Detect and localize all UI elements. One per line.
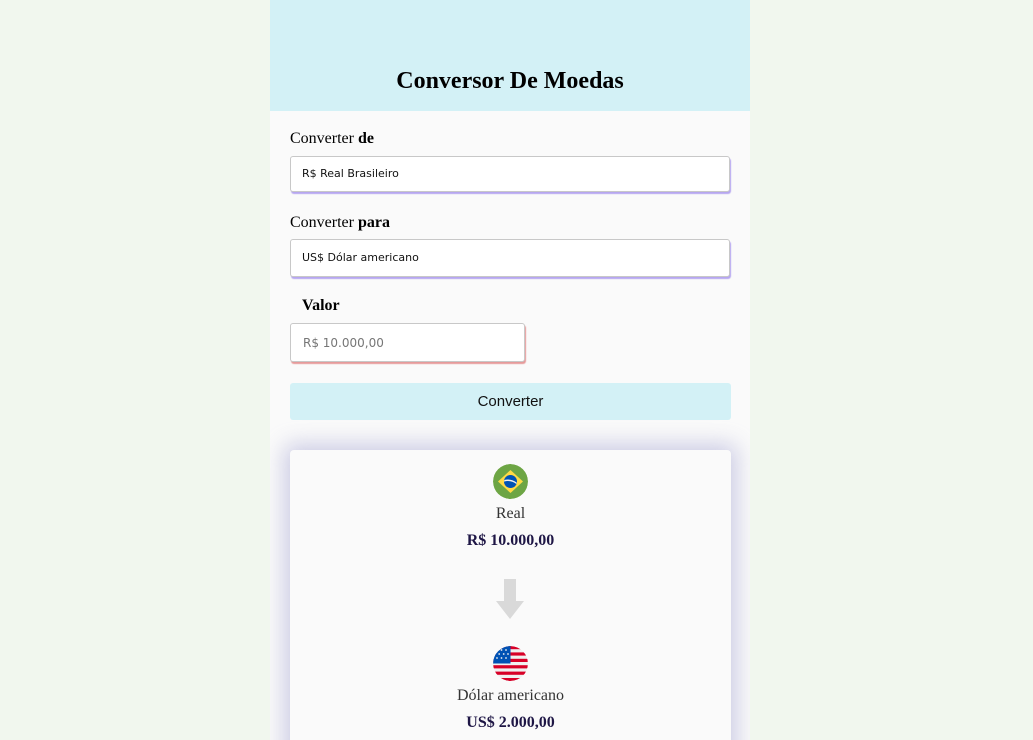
target-currency-value: US$ 2.000,00	[466, 714, 555, 731]
result-card: Real R$ 10.000,00 Dólar americano US$ 2.…	[290, 450, 731, 740]
from-currency-value: R$ Real Brasileiro	[302, 167, 399, 180]
from-label-bold: de	[357, 130, 374, 147]
to-currency-value: US$ Dólar americano	[302, 251, 419, 264]
to-label-bold: para	[357, 214, 390, 231]
source-currency-name: Real	[495, 505, 526, 522]
brazil-flag-icon	[493, 464, 528, 499]
from-currency-select[interactable]: R$ Real Brasileiro	[290, 156, 730, 192]
arrow-down-icon	[495, 579, 525, 619]
to-currency-select[interactable]: US$ Dólar americano	[290, 239, 730, 277]
usa-flag-icon	[493, 646, 528, 681]
converter-app: Conversor De Moedas Converter de R$ Real…	[270, 0, 750, 740]
source-currency-value: R$ 10.000,00	[466, 532, 555, 549]
from-label: Converter de	[290, 130, 374, 148]
amount-label: Valor	[302, 297, 340, 314]
page-title: Conversor De Moedas	[396, 68, 624, 94]
target-currency-name: Dólar americano	[456, 687, 565, 704]
header: Conversor De Moedas	[270, 0, 750, 111]
amount-input[interactable]	[290, 323, 525, 362]
from-label-prefix: Converter	[290, 130, 354, 147]
convert-button[interactable]: Converter	[290, 383, 731, 420]
to-label-prefix: Converter	[290, 214, 354, 231]
to-label: Converter para	[290, 214, 390, 232]
